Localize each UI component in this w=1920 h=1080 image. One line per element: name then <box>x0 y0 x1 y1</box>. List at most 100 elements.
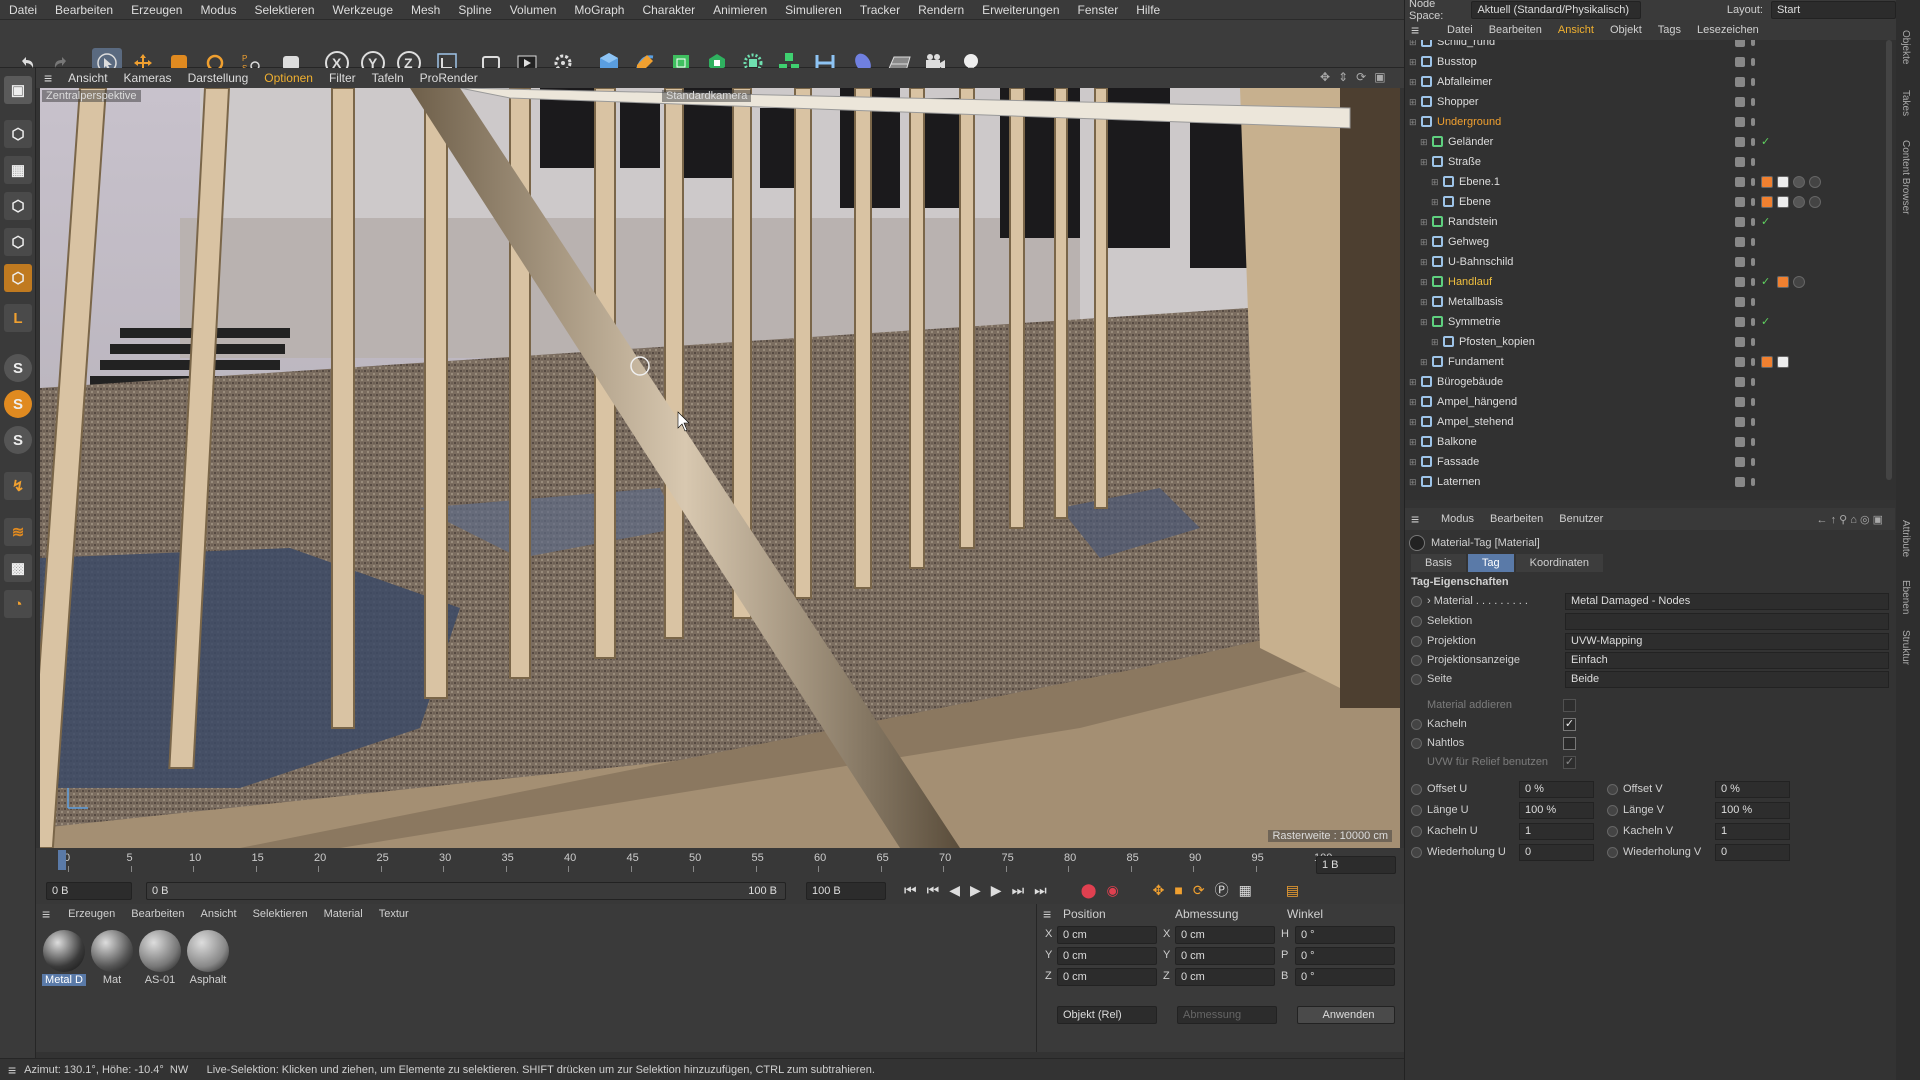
uvw-relief-checkbox[interactable]: ✓ <box>1563 756 1576 769</box>
offset-v-field[interactable]: 0 % <box>1715 781 1790 798</box>
attribute-hamburger-icon[interactable]: ≡ <box>1411 511 1433 527</box>
size-field[interactable]: 0 cm <box>1175 968 1275 986</box>
position-field[interactable]: 0 cm <box>1057 947 1157 965</box>
phong-tag-icon[interactable] <box>1761 196 1773 208</box>
object-menu-item[interactable]: Ansicht <box>1550 24 1602 36</box>
attribute-menu-item[interactable]: Benutzer <box>1551 513 1611 525</box>
visibility-toggle-icon[interactable] <box>1735 237 1745 247</box>
material-menu-item[interactable]: Material <box>316 908 371 920</box>
viewport-menu-item[interactable]: Filter <box>321 68 364 88</box>
material-anim-radio[interactable] <box>1411 596 1422 607</box>
expand-toggle-icon[interactable]: ⊞ <box>1420 352 1428 372</box>
expand-toggle-icon[interactable]: ⊞ <box>1420 152 1428 172</box>
render-dot-icon[interactable] <box>1751 158 1755 166</box>
object-name[interactable]: Ampel_hängend <box>1437 392 1517 412</box>
position-field[interactable]: 0 cm <box>1057 968 1157 986</box>
object-name[interactable]: U-Bahnschild <box>1448 252 1513 272</box>
phong-tag-icon[interactable] <box>1761 356 1773 368</box>
render-dot-icon[interactable] <box>1751 98 1755 106</box>
workplane-icon[interactable]: L <box>4 304 32 332</box>
object-name[interactable]: Schild_rund <box>1437 40 1495 52</box>
wiederholung-v-field[interactable]: 0 <box>1715 844 1790 861</box>
coordinate-mode-select[interactable]: Objekt (Rel) <box>1057 1006 1157 1024</box>
viewport-menu-item[interactable]: ProRender <box>412 68 486 88</box>
end-frame-field[interactable]: 100 B <box>806 882 886 900</box>
current-frame-field[interactable]: 0 B <box>46 882 132 900</box>
visibility-toggle-icon[interactable] <box>1735 377 1745 387</box>
expand-toggle-icon[interactable]: ⊞ <box>1409 92 1417 112</box>
menu-item[interactable]: Erzeugen <box>122 0 191 20</box>
visibility-toggle-icon[interactable] <box>1735 177 1745 187</box>
visibility-toggle-icon[interactable] <box>1735 117 1745 127</box>
expand-toggle-icon[interactable]: ⊞ <box>1431 172 1439 192</box>
object-row[interactable]: ⊞ U-Bahnschild <box>1405 252 1875 272</box>
previous-key-icon[interactable]: ⏮ <box>927 882 940 899</box>
object-name[interactable]: Shopper <box>1437 92 1479 112</box>
expand-toggle-icon[interactable]: ⊞ <box>1420 272 1428 292</box>
render-dot-icon[interactable] <box>1751 218 1755 226</box>
sphere-tag-icon[interactable] <box>1793 176 1805 188</box>
polygons-mode-icon[interactable]: ⬡ <box>4 264 32 292</box>
kacheln-u-field[interactable]: 1 <box>1519 823 1594 840</box>
object-menu-item[interactable]: Lesezeichen <box>1689 24 1767 36</box>
node-space-select[interactable]: Aktuell (Standard/Physikalisch) <box>1471 1 1641 19</box>
menu-item[interactable]: Fenster <box>1069 0 1128 20</box>
material-hamburger-icon[interactable]: ≡ <box>42 906 60 922</box>
expand-toggle-icon[interactable]: ⊞ <box>1431 332 1439 352</box>
rotate-view-icon[interactable]: ⟳ <box>1356 70 1366 84</box>
key-rotation-icon[interactable]: ⟳ <box>1193 882 1205 899</box>
object-name[interactable]: Metallbasis <box>1448 292 1503 312</box>
laenge-u-field[interactable]: 100 % <box>1519 802 1594 819</box>
visibility-toggle-icon[interactable] <box>1735 457 1745 467</box>
visibility-toggle-icon[interactable] <box>1735 297 1745 307</box>
seite-select[interactable]: Beide <box>1565 671 1889 688</box>
object-name[interactable]: Underground <box>1437 112 1501 132</box>
material-swatch[interactable]: Metal D <box>42 930 86 986</box>
object-name[interactable]: Ebene <box>1459 192 1491 212</box>
visibility-toggle-icon[interactable] <box>1735 257 1745 267</box>
laenge-v-field[interactable]: 100 % <box>1715 802 1790 819</box>
snapping-icon[interactable]: S <box>4 354 32 382</box>
selektion-field[interactable] <box>1565 613 1889 630</box>
visibility-toggle-icon[interactable] <box>1735 337 1745 347</box>
object-name[interactable]: Gehweg <box>1448 232 1489 252</box>
apply-button[interactable]: Anwenden <box>1297 1006 1395 1024</box>
render-dot-icon[interactable] <box>1751 398 1755 406</box>
render-dot-icon[interactable] <box>1751 238 1755 246</box>
object-row[interactable]: ⊞ Balkone <box>1405 432 1875 452</box>
expand-toggle-icon[interactable]: ⊞ <box>1431 192 1439 212</box>
coordinates-hamburger-icon[interactable]: ≡ <box>1043 906 1063 922</box>
previous-frame-icon[interactable]: ◀ <box>949 882 960 899</box>
render-dot-icon[interactable] <box>1751 178 1755 186</box>
object-row[interactable]: ⊞ Laternen <box>1405 472 1875 492</box>
material-menu-item[interactable]: Ansicht <box>192 908 244 920</box>
menu-item[interactable]: Mesh <box>402 0 449 20</box>
object-name[interactable]: Randstein <box>1448 212 1498 232</box>
nahtlos-checkbox[interactable] <box>1563 737 1576 750</box>
attribute-nav-icons[interactable]: ← ↑ ⚲ ⌂ ◎ ▣ <box>1817 513 1883 526</box>
key-position-icon[interactable]: ✥ <box>1153 882 1165 899</box>
enabled-check-icon[interactable]: ✓ <box>1761 212 1770 232</box>
visibility-toggle-icon[interactable] <box>1735 40 1745 47</box>
expand-toggle-icon[interactable]: ⊞ <box>1409 112 1417 132</box>
material-menu-item[interactable]: Bearbeiten <box>123 908 192 920</box>
object-menu-item[interactable]: Objekt <box>1602 24 1650 36</box>
grid-snap-icon[interactable]: ▩ <box>4 554 32 582</box>
maximize-view-icon[interactable]: ▣ <box>1374 70 1385 84</box>
phong-tag-icon[interactable] <box>1777 276 1789 288</box>
menu-item[interactable]: Animieren <box>704 0 776 20</box>
visibility-toggle-icon[interactable] <box>1735 277 1745 287</box>
visibility-toggle-icon[interactable] <box>1735 197 1745 207</box>
visibility-toggle-icon[interactable] <box>1735 97 1745 107</box>
timeline-ruler[interactable]: 0510152025303540455055606570758085909510… <box>48 848 1348 872</box>
model-mode-icon[interactable]: ⬡ <box>4 120 32 148</box>
angle-field[interactable]: 0 ° <box>1295 926 1395 944</box>
camera-label[interactable]: Standardkamera <box>662 90 752 102</box>
symmetry-icon[interactable]: S <box>4 426 32 454</box>
object-row[interactable]: ⊞ Ebene.1 <box>1405 172 1875 192</box>
object-row[interactable]: ⊞ Shopper <box>1405 92 1875 112</box>
side-tab[interactable]: Attribute <box>1900 520 1911 557</box>
pan-icon[interactable]: ✥ <box>1320 70 1330 84</box>
menu-item[interactable]: Bearbeiten <box>46 0 122 20</box>
visibility-toggle-icon[interactable] <box>1735 317 1745 327</box>
